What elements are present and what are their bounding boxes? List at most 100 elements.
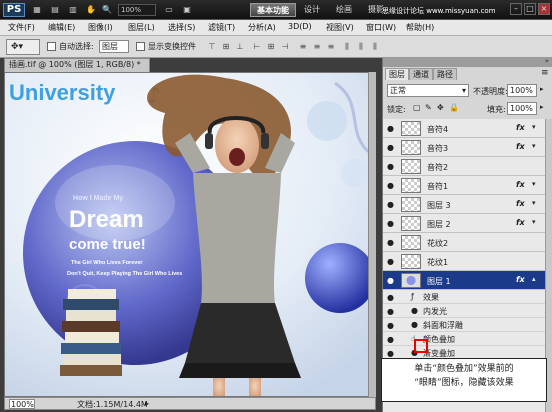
document-canvas[interactable]: University ♪ How I Made My Dream come tr… [4,72,376,397]
distribute-top-icon[interactable]: ≡ [296,41,310,53]
fx-icon[interactable]: fx [516,275,525,284]
menu-analysis[interactable]: 分析(A) [248,22,276,33]
collapse-effects-icon[interactable]: ▴ [532,275,536,283]
tab-layers[interactable]: 图层 [385,68,409,80]
close-icon[interactable]: × [538,3,550,15]
expand-effects-icon[interactable]: ▾ [532,123,536,131]
document-tab[interactable]: 插画.tif @ 100% (图层 1, RGB/8) * [4,58,150,72]
layer-row[interactable]: ● 花纹1 [383,252,545,271]
align-hcenter-icon[interactable]: ⊞ [264,41,278,53]
layer-row[interactable]: ● 音符2 [383,157,545,176]
auto-select-checkbox[interactable] [47,42,56,51]
effects-group-row[interactable]: ● ƒ 效果 [383,290,545,304]
minimize-icon[interactable]: – [510,3,522,15]
effect-row[interactable]: ● ● 内发光 [383,304,545,318]
visibility-eye-icon[interactable]: ● [387,321,396,330]
visibility-eye-icon[interactable]: ● [387,349,396,358]
status-zoom[interactable]: 100% [9,399,35,409]
zoom-tool-icon[interactable]: 🔍 [100,4,114,16]
visibility-eye-icon[interactable]: ● [387,162,396,171]
menu-window[interactable]: 窗口(W) [366,22,396,33]
fx-icon[interactable]: fx [516,123,525,132]
distribute-bottom-icon[interactable]: ≡ [324,41,338,53]
distribute-hcenter-icon[interactable]: ⫼ [354,41,368,53]
zoom-level-select[interactable]: 100% [118,4,156,16]
menu-layer[interactable]: 图层(L) [128,22,155,33]
menu-edit[interactable]: 编辑(E) [48,22,75,33]
menu-help[interactable]: 帮助(H) [406,22,434,33]
menu-select[interactable]: 选择(S) [168,22,195,33]
layer-row[interactable]: ● 音符4 fx ▾ [383,119,545,138]
canvas-vertical-scrollbar[interactable] [368,72,376,397]
align-left-icon[interactable]: ⊢ [250,41,264,53]
tool-preset-picker[interactable]: ✥▾ [6,39,40,55]
visibility-eye-icon[interactable]: ● [387,181,396,190]
effect-row[interactable]: ● ☝ 颜色叠加 [383,332,545,346]
menu-view[interactable]: 视图(V) [326,22,354,33]
workspace-design-button[interactable]: 设计 [298,3,326,17]
visibility-eye-icon[interactable]: ● [387,238,396,247]
visibility-eye-icon[interactable]: ● [387,335,396,344]
visibility-eye-icon[interactable]: ● [387,219,396,228]
visibility-eye-icon[interactable]: ● [387,257,396,266]
expand-effects-icon[interactable]: ▾ [532,218,536,226]
fx-icon[interactable]: fx [516,199,525,208]
fill-arrow-icon[interactable]: ▸ [540,103,544,111]
fx-icon[interactable]: fx [516,142,525,151]
menu-3d[interactable]: 3D(D) [288,22,312,31]
expand-effects-icon[interactable]: ▾ [532,199,536,207]
menu-image[interactable]: 图像(I) [88,22,113,33]
lock-all-icon[interactable]: 🔒 [449,103,459,112]
workspace-essentials-button[interactable]: 基本功能 [250,3,296,17]
workspace-painting-button[interactable]: 绘画 [330,3,358,17]
layer-row-selected[interactable]: ● 图层 1 fx ▴ [383,271,545,290]
visibility-eye-icon[interactable]: ● [387,200,396,209]
screen-mode-icon[interactable]: ▣ [180,4,194,16]
align-right-icon[interactable]: ⊣ [278,41,292,53]
auto-select-dropdown[interactable]: 图层 [99,40,129,53]
visibility-eye-icon[interactable]: ● [387,307,396,316]
align-vcenter-icon[interactable]: ⊞ [219,41,233,53]
opacity-input[interactable]: 100% [507,84,537,97]
align-top-icon[interactable]: ⊤ [205,41,219,53]
visibility-eye-icon[interactable]: ● [387,124,396,133]
extras-icon[interactable]: ▥ [66,4,80,16]
fx-icon[interactable]: fx [516,218,525,227]
maximize-icon[interactable]: □ [524,3,536,15]
visibility-eye-icon[interactable]: ● [387,143,396,152]
show-transform-checkbox[interactable] [136,42,145,51]
hand-tool-icon[interactable]: ✋ [84,4,98,16]
blend-mode-dropdown[interactable]: 正常 ▾ [387,84,469,97]
distribute-left-icon[interactable]: ⫼ [340,41,354,53]
menu-filter[interactable]: 滤镜(T) [208,22,235,33]
layer-row[interactable]: ● 音符3 fx ▾ [383,138,545,157]
effect-row[interactable]: ● ● 斜面和浮雕 [383,318,545,332]
panel-collapse-icon[interactable]: » [545,57,549,65]
menu-file[interactable]: 文件(F) [8,22,35,33]
effect-eye-icon[interactable]: ● [411,320,418,329]
layer-row[interactable]: ● 花纹2 [383,233,545,252]
layer-row[interactable]: ● 图层 3 fx ▾ [383,195,545,214]
distribute-vcenter-icon[interactable]: ≡ [310,41,324,53]
layer-row[interactable]: ● 音符1 fx ▾ [383,176,545,195]
effect-eye-icon[interactable]: ● [411,306,418,315]
expand-effects-icon[interactable]: ▾ [532,180,536,188]
align-bottom-icon[interactable]: ⊥ [233,41,247,53]
fx-icon[interactable]: fx [516,180,525,189]
opacity-arrow-icon[interactable]: ▸ [540,85,544,93]
lock-transparent-icon[interactable]: ▢ [413,103,421,112]
panel-menu-icon[interactable]: ≡ [541,68,549,78]
tab-channels[interactable]: 通道 [409,68,433,80]
tab-paths[interactable]: 路径 [433,68,457,80]
expand-effects-icon[interactable]: ▾ [532,142,536,150]
minibridge-icon[interactable]: ▤ [48,4,62,16]
fill-input[interactable]: 100% [507,102,537,115]
arrange-documents-icon[interactable]: ▭ [162,4,176,16]
visibility-eye-icon[interactable]: ● [387,276,396,285]
bridge-icon[interactable]: ▦ [30,4,44,16]
lock-position-icon[interactable]: ✥ [437,103,444,112]
status-menu-arrow-icon[interactable]: ▸ [145,399,149,408]
visibility-eye-icon[interactable]: ● [387,293,396,302]
distribute-right-icon[interactable]: ⫼ [368,41,382,53]
lock-image-icon[interactable]: ✎ [425,103,432,112]
